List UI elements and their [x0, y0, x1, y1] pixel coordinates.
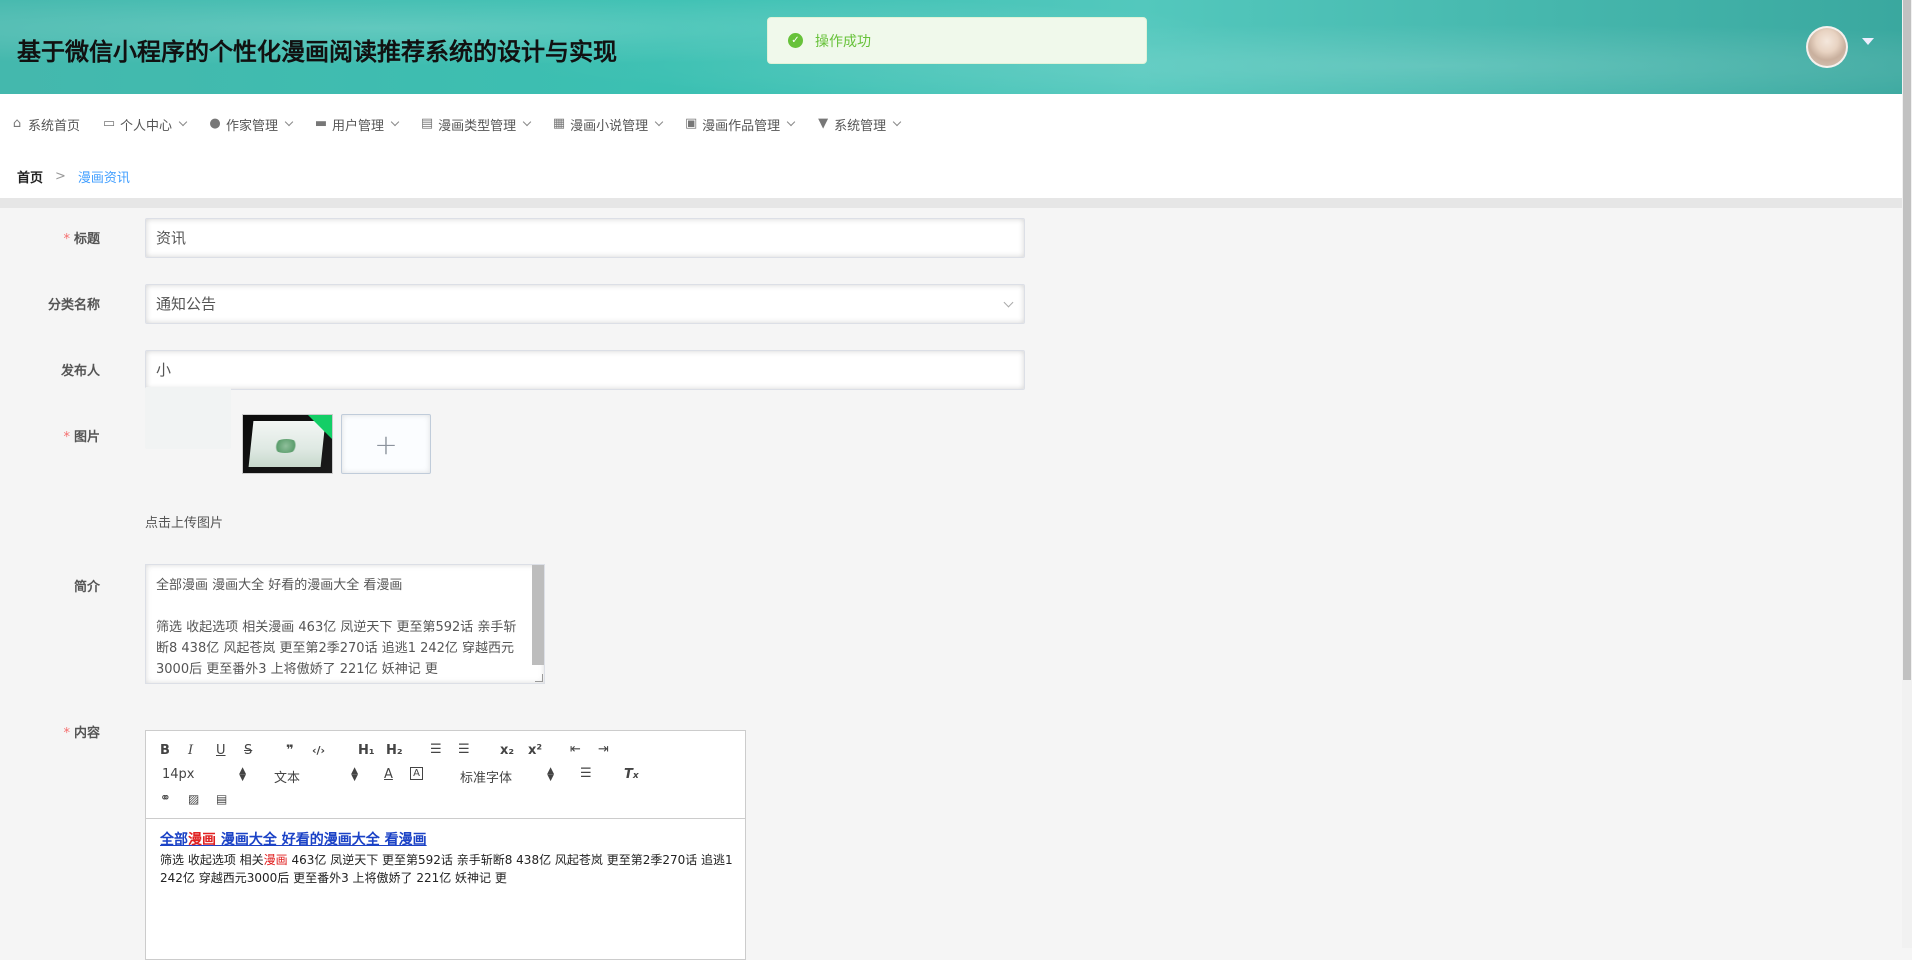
- chevron-down-icon: [284, 117, 294, 127]
- publisher-input[interactable]: 小: [145, 350, 1025, 390]
- briefcase-icon: ▬: [314, 116, 328, 131]
- resize-handle-icon[interactable]: [535, 674, 543, 682]
- publisher-label: 发布人: [60, 364, 100, 379]
- nav-item-users[interactable]: ▬ 用户管理: [314, 115, 400, 134]
- bullet-list-icon[interactable]: ☰: [458, 742, 470, 758]
- subscript-button[interactable]: x₂: [500, 743, 514, 759]
- comment-icon: ▣: [684, 116, 698, 131]
- up-down-icon: ▲ ▼: [547, 766, 554, 783]
- upload-add-button[interactable]: +: [341, 414, 431, 474]
- page-scrollbar-thumb[interactable]: [1903, 0, 1911, 680]
- category-value: 通知公告: [156, 295, 217, 313]
- underline-button[interactable]: U: [216, 743, 226, 759]
- video-icon[interactable]: ▤: [216, 791, 227, 807]
- nav-item-system[interactable]: ▼ 系统管理: [816, 115, 902, 134]
- ordered-list-icon[interactable]: ☰: [430, 742, 442, 758]
- rich-text-editor[interactable]: B I U S ❞ ‹/› H₁ H₂ ☰ ☰ x₂ x² ⇤ ⇥ 14px ▲…: [145, 730, 746, 960]
- editor-toolbar: B I U S ❞ ‹/› H₁ H₂ ☰ ☰ x₂ x² ⇤ ⇥ 14px ▲…: [146, 731, 745, 819]
- intro-textarea[interactable]: 全部漫画 漫画大全 好看的漫画大全 看漫画 筛选 收起选项 相关漫画 463亿 …: [145, 564, 545, 684]
- blockquote-button[interactable]: ❞: [286, 743, 294, 759]
- heading1-button[interactable]: H₁: [358, 743, 375, 759]
- plus-icon: +: [374, 427, 398, 461]
- nav-item-label: 个人中心: [120, 118, 173, 134]
- profile-card-icon: ▭: [102, 116, 116, 131]
- nav-item-home[interactable]: ⌂ 系统首页: [10, 115, 80, 134]
- podium-icon: ▼: [818, 116, 829, 131]
- italic-button[interactable]: I: [188, 743, 193, 759]
- clear-format-icon[interactable]: Tx: [624, 767, 639, 784]
- nav-item-label: 用户管理: [332, 118, 385, 134]
- chevron-down-icon: [892, 117, 902, 127]
- title-input[interactable]: 资讯: [145, 218, 1025, 258]
- title-label: * 标题: [63, 232, 100, 247]
- image-label: * 图片: [63, 430, 100, 445]
- editor-content[interactable]: 全部漫画 漫画大全 好看的漫画大全 看漫画 筛选 收起选项 相关漫画 463亿 …: [160, 831, 735, 887]
- app-title: 基于微信小程序的个性化漫画阅读推荐系统的设计与实现: [17, 38, 617, 66]
- nav-item-label: 系统管理: [834, 118, 887, 134]
- breadcrumb-current[interactable]: 漫画资讯: [78, 167, 130, 186]
- heading2-button[interactable]: H₂: [386, 743, 403, 759]
- chevron-down-icon: [654, 117, 664, 127]
- nav-item-label: 漫画小说管理: [570, 118, 649, 134]
- clipboard-icon: ▤: [420, 116, 434, 131]
- breadcrumb-separator: >: [55, 168, 66, 184]
- nav-item-label: 作家管理: [226, 118, 279, 134]
- uploaded-image-thumbnail[interactable]: [242, 414, 333, 474]
- upload-placeholder: [145, 387, 231, 449]
- category-select[interactable]: 通知公告: [145, 284, 1025, 324]
- image-icon[interactable]: ▨: [188, 791, 199, 807]
- check-circle-icon: ✓: [788, 33, 803, 48]
- home-icon: ⌂: [12, 116, 22, 131]
- chevron-down-icon: [1003, 297, 1014, 308]
- code-block-button[interactable]: ‹/›: [312, 743, 325, 759]
- breadcrumb-home[interactable]: 首页: [17, 167, 43, 186]
- chevron-down-icon: [522, 117, 532, 127]
- grid-icon: ▦: [552, 116, 566, 131]
- content-paragraph: 筛选 收起选项 相关漫画 463亿 凤逆天下 更至第592话 亲手斩断8 438…: [160, 853, 733, 885]
- main-nav: ⌂ 系统首页 ▭ 个人中心 ● 作家管理 ▬ 用户管理 ▤ 漫画类型管理 ▦ 漫…: [0, 94, 1902, 154]
- nav-item-label: 漫画类型管理: [438, 118, 517, 134]
- intro-label: 简介: [73, 580, 100, 595]
- nav-item-label: 系统首页: [28, 118, 81, 134]
- nav-item-comic-novels[interactable]: ▦ 漫画小说管理: [552, 115, 664, 134]
- font-size-select[interactable]: 14px ▲ ▼: [162, 766, 246, 783]
- toast-message: 操作成功: [815, 33, 871, 50]
- chevron-down-icon: [390, 117, 400, 127]
- font-family-select[interactable]: 标准字体 ▲ ▼: [460, 766, 554, 787]
- avatar[interactable]: [1806, 26, 1848, 68]
- success-toast: ✓ 操作成功: [767, 17, 1147, 64]
- textarea-scrollbar[interactable]: [532, 565, 544, 665]
- nav-item-authors[interactable]: ● 作家管理: [208, 115, 294, 134]
- user-icon: ●: [209, 116, 221, 131]
- upload-tip: 点击上传图片: [145, 516, 224, 531]
- bold-button[interactable]: B: [160, 743, 170, 759]
- strike-button[interactable]: S: [244, 743, 252, 759]
- chevron-down-icon: [178, 117, 188, 127]
- indent-icon[interactable]: ⇥: [598, 742, 609, 758]
- caret-down-icon[interactable]: [1862, 38, 1874, 45]
- nav-item-comic-types[interactable]: ▤ 漫画类型管理: [420, 115, 532, 134]
- superscript-button[interactable]: x²: [528, 743, 542, 759]
- nav-item-label: 漫画作品管理: [702, 118, 781, 134]
- content-label: * 内容: [63, 726, 100, 741]
- chevron-down-icon: [786, 117, 796, 127]
- up-down-icon: ▲ ▼: [351, 766, 358, 783]
- font-color-icon[interactable]: A: [384, 767, 393, 783]
- content-headline: 全部漫画 漫画大全 好看的漫画大全 看漫画: [160, 832, 427, 848]
- breadcrumb: 首页 > 漫画资讯: [0, 154, 1902, 208]
- category-label: 分类名称: [47, 298, 100, 313]
- link-icon[interactable]: ⚭: [160, 791, 171, 807]
- up-down-icon: ▲ ▼: [239, 766, 246, 783]
- news-form: * 标题 资讯 分类名称 通知公告 发布人 小 * 图片 + 点击上传图片 简介 全…: [8, 208, 1898, 960]
- block-format-select[interactable]: 文本 ▲ ▼: [274, 766, 358, 787]
- nav-item-profile[interactable]: ▭ 个人中心: [102, 115, 188, 134]
- upload-success-badge: [308, 415, 332, 439]
- nav-item-comic-works[interactable]: ▣ 漫画作品管理: [684, 115, 796, 134]
- background-color-icon[interactable]: A: [410, 767, 423, 780]
- outdent-icon[interactable]: ⇤: [570, 742, 581, 758]
- align-left-icon[interactable]: ☰: [580, 766, 592, 782]
